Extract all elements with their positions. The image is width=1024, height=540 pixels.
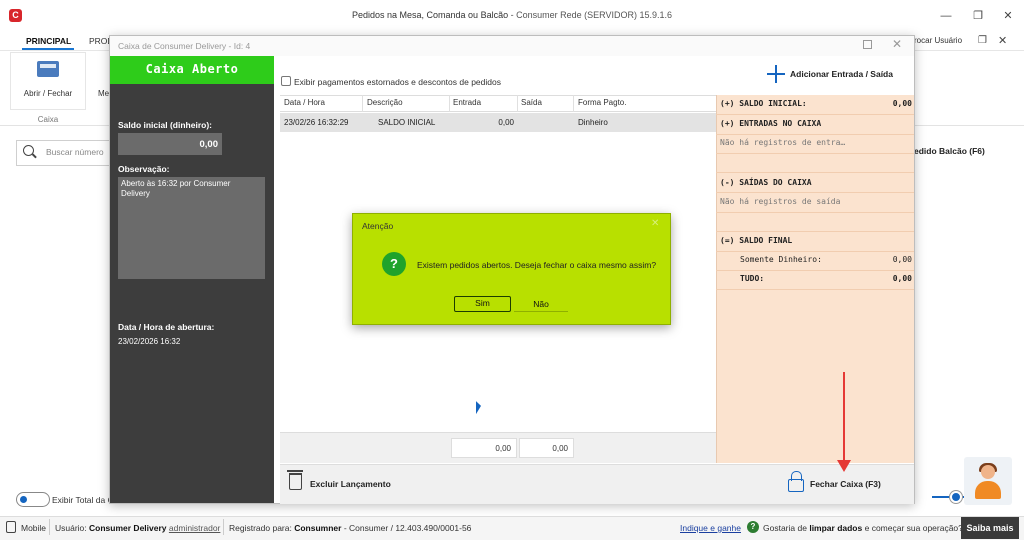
summary-row (716, 154, 914, 173)
column-divider (517, 95, 518, 112)
maximize-button[interactable]: ❐ (969, 8, 987, 24)
cell-descricao: SALDO INICIAL (378, 118, 436, 127)
tab-principal[interactable]: PRINCIPAL (26, 36, 71, 46)
caixa-status-text: Caixa Aberto (145, 62, 239, 76)
abertura-label: Data / Hora de abertura: (118, 322, 215, 332)
close-tab-icon[interactable]: ✕ (998, 34, 1007, 47)
saidas-empty-text: Não há registros de saída (720, 197, 841, 206)
app-title-separator: - (508, 10, 517, 20)
plus-icon[interactable] (767, 65, 785, 83)
registrado-rest: - Consumer / 12.403.490/0001-56 (343, 523, 472, 533)
saldo-inicial-value: 0,00 (199, 139, 219, 150)
observacao-text: Aberto às 16:32 por Consumer Delivery (121, 179, 231, 198)
mouse-cursor-icon (476, 401, 481, 416)
exibir-estornados-checkbox[interactable] (281, 76, 291, 86)
saldo-inicial-summary-label: (+) SALDO INICIAL: (720, 99, 807, 108)
gostaria-bold: limpar dados (809, 523, 863, 533)
annotation-arrow-line (843, 372, 845, 467)
minimize-button[interactable]: — (937, 8, 955, 24)
entradas-summary-label: (+) ENTRADAS NO CAIXA (720, 119, 822, 128)
saiba-mais-button[interactable]: Saiba mais (961, 517, 1019, 539)
dialog-close-icon[interactable]: ✕ (651, 218, 659, 229)
annotation-arrow-head (837, 460, 851, 472)
cash-register-icon (37, 61, 59, 77)
dialog-message: Existem pedidos abertos. Deseja fechar o… (417, 260, 657, 270)
column-header-saida[interactable]: Saída (521, 98, 542, 107)
pedido-balcao-button[interactable]: edido Balcão (F6) (914, 146, 985, 156)
exibir-estornados-label[interactable]: Exibir pagamentos estornados e descontos… (294, 77, 501, 87)
saldo-inicial-summary-value: 0,00 (892, 99, 912, 108)
lock-icon[interactable] (788, 471, 804, 492)
entradas-empty-text: Não há registros de entra… (720, 138, 846, 147)
registrado-info: Registrado para: Consumner - Consumer / … (229, 523, 471, 533)
abrir-fechar-label: Abrir / Fechar (23, 89, 73, 98)
caixa-maximize-button[interactable] (863, 40, 872, 49)
dialog-title: Atenção (362, 221, 394, 231)
column-divider (573, 95, 574, 112)
cell-data-hora: 23/02/26 16:32:29 (284, 118, 349, 127)
indique-ganhe-link[interactable]: Indique e ganhe (680, 523, 741, 533)
status-divider (49, 519, 50, 535)
zoom-slider-handle[interactable] (950, 491, 962, 503)
caixa-group-label: Caixa (37, 115, 59, 124)
search-placeholder: Buscar número (46, 147, 104, 157)
app-title-main: Pedidos na Mesa, Comanda ou Balcão (351, 10, 509, 20)
tudo-label: TUDO: (740, 274, 765, 283)
search-icon (23, 145, 34, 156)
question-icon: ? (382, 252, 406, 276)
column-divider (362, 95, 363, 112)
usuario-name: Consumer Delivery (89, 523, 167, 533)
column-header-descricao[interactable]: Descrição (367, 98, 403, 107)
grid-header (280, 95, 716, 112)
close-button[interactable]: ✕ (999, 8, 1017, 24)
excluir-lancamento-button[interactable]: Excluir Lançamento (310, 479, 391, 489)
trocar-usuario-button[interactable]: rocar Usuário (914, 36, 962, 45)
sim-button[interactable]: Sim (454, 296, 511, 312)
saldo-inicial-label: Saldo inicial (dinheiro): (118, 120, 212, 130)
cell-forma-pagto: Dinheiro (578, 118, 608, 127)
usuario-prefix: Usuário: (55, 523, 87, 533)
app-title: Pedidos na Mesa, Comanda ou Balcão - Con… (0, 10, 1024, 20)
nao-button[interactable]: Não (514, 296, 568, 312)
mobile-label[interactable]: Mobile (21, 523, 46, 533)
caixa-window-title: Caixa de Consumer Delivery - Id: 4 (118, 41, 251, 51)
exibir-total-label: Exibir Total da C (52, 495, 114, 505)
saldo-final-label: (=) SALDO FINAL (720, 236, 793, 245)
column-header-entrada[interactable]: Entrada (453, 98, 481, 107)
support-avatar-icon[interactable] (964, 457, 1012, 505)
usuario-info: Usuário: Consumer Delivery administrador (55, 523, 220, 533)
adicionar-entrada-saida-button[interactable]: Adicionar Entrada / Saída (790, 69, 893, 79)
status-divider (223, 519, 224, 535)
registrado-name: Consumner (294, 523, 342, 533)
usuario-role-link[interactable]: administrador (169, 523, 221, 533)
summary-row (716, 213, 914, 232)
tudo-value: 0,00 (892, 274, 912, 283)
column-divider (449, 95, 450, 112)
somente-dinheiro-value: 0,00 (892, 255, 912, 264)
mobile-icon[interactable] (6, 521, 16, 533)
column-header-forma-pagto[interactable]: Forma Pagto. (578, 98, 626, 107)
total-entrada: 0,00 (451, 438, 517, 458)
trash-icon[interactable] (287, 470, 303, 490)
abertura-value: 23/02/2026 16:32 (118, 337, 181, 346)
restore-ribbon-icon[interactable]: ❐ (978, 35, 987, 46)
somente-dinheiro-label: Somente Dinheiro: (740, 255, 822, 264)
app-title-version: Consumer Rede (SERVIDOR) 15.9.1.6 (516, 10, 672, 20)
help-icon: ? (747, 521, 759, 533)
ribbon-me-label[interactable]: Me (98, 89, 109, 98)
gostaria-prefix: Gostaria de (763, 523, 807, 533)
gostaria-suffix: e começar sua operação? (864, 523, 963, 533)
fechar-caixa-button[interactable]: Fechar Caixa (F3) (810, 479, 881, 489)
registrado-prefix: Registrado para: (229, 523, 292, 533)
saidas-summary-label: (-) SAÍDAS DO CAIXA (720, 178, 812, 187)
observacao-label: Observação: (118, 164, 170, 174)
column-header-data-hora[interactable]: Data / Hora (284, 98, 325, 107)
exibir-total-toggle[interactable] (16, 492, 50, 507)
limpar-dados-prompt: Gostaria de limpar dados e começar sua o… (763, 523, 963, 533)
total-saida: 0,00 (519, 438, 574, 458)
caixa-close-button[interactable]: ✕ (892, 37, 902, 51)
cell-entrada: 0,00 (498, 118, 514, 127)
